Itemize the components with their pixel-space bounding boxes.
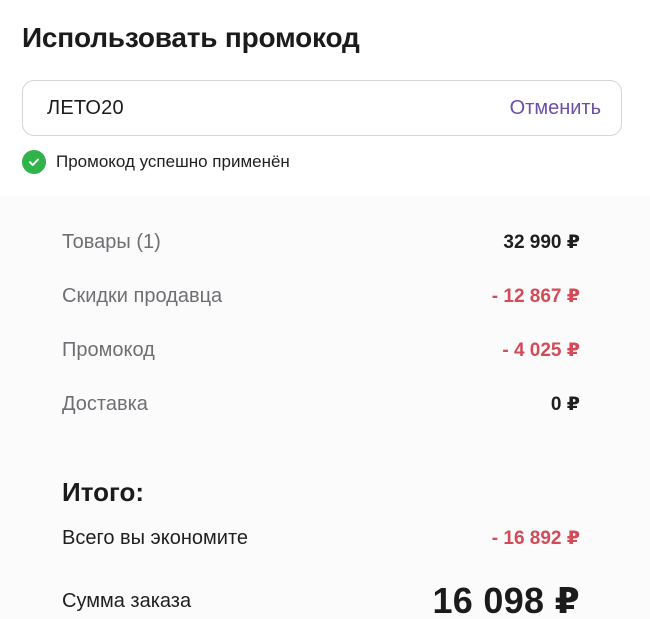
summary-row-delivery: Доставка 0 ₽ <box>62 393 580 416</box>
savings-row: Всего вы экономите - 16 892 ₽ <box>62 527 580 550</box>
promo-page: Использовать промокод ЛЕТО20 Отменить Пр… <box>0 0 650 619</box>
promo-status-text: Промокод успешно применён <box>56 152 290 171</box>
order-total-row: Сумма заказа 16 098 ₽ <box>62 580 580 619</box>
summary-label-seller-discount: Скидки продавца <box>62 285 223 307</box>
summary-label-delivery: Доставка <box>62 393 148 415</box>
summary-value-items: 32 990 ₽ <box>503 232 580 253</box>
total-heading: Итого: <box>62 477 144 507</box>
summary-value-promo: - 4 025 ₽ <box>502 340 580 361</box>
summary-value-delivery: 0 ₽ <box>550 394 580 415</box>
summary-value-seller-discount: - 12 867 ₽ <box>491 286 580 307</box>
promo-status: Промокод успешно применён <box>22 150 290 174</box>
order-total-value: 16 098 ₽ <box>432 580 580 619</box>
summary-row-promo: Промокод - 4 025 ₽ <box>62 339 580 362</box>
summary-label-items: Товары (1) <box>62 231 161 253</box>
cancel-promo-button[interactable]: Отменить <box>510 97 601 120</box>
order-total-label: Сумма заказа <box>62 589 192 612</box>
savings-label: Всего вы экономите <box>62 527 249 549</box>
summary-row-items: Товары (1) 32 990 ₽ <box>62 231 580 254</box>
page-title: Использовать промокод <box>22 22 360 53</box>
summary-row-seller-discount: Скидки продавца - 12 867 ₽ <box>62 285 580 308</box>
check-circle-icon <box>22 150 46 174</box>
summary-label-promo: Промокод <box>62 339 155 361</box>
promo-code-field[interactable]: ЛЕТО20 Отменить <box>22 80 622 136</box>
savings-value: - 16 892 ₽ <box>491 528 580 549</box>
promo-code-value[interactable]: ЛЕТО20 <box>47 97 124 120</box>
